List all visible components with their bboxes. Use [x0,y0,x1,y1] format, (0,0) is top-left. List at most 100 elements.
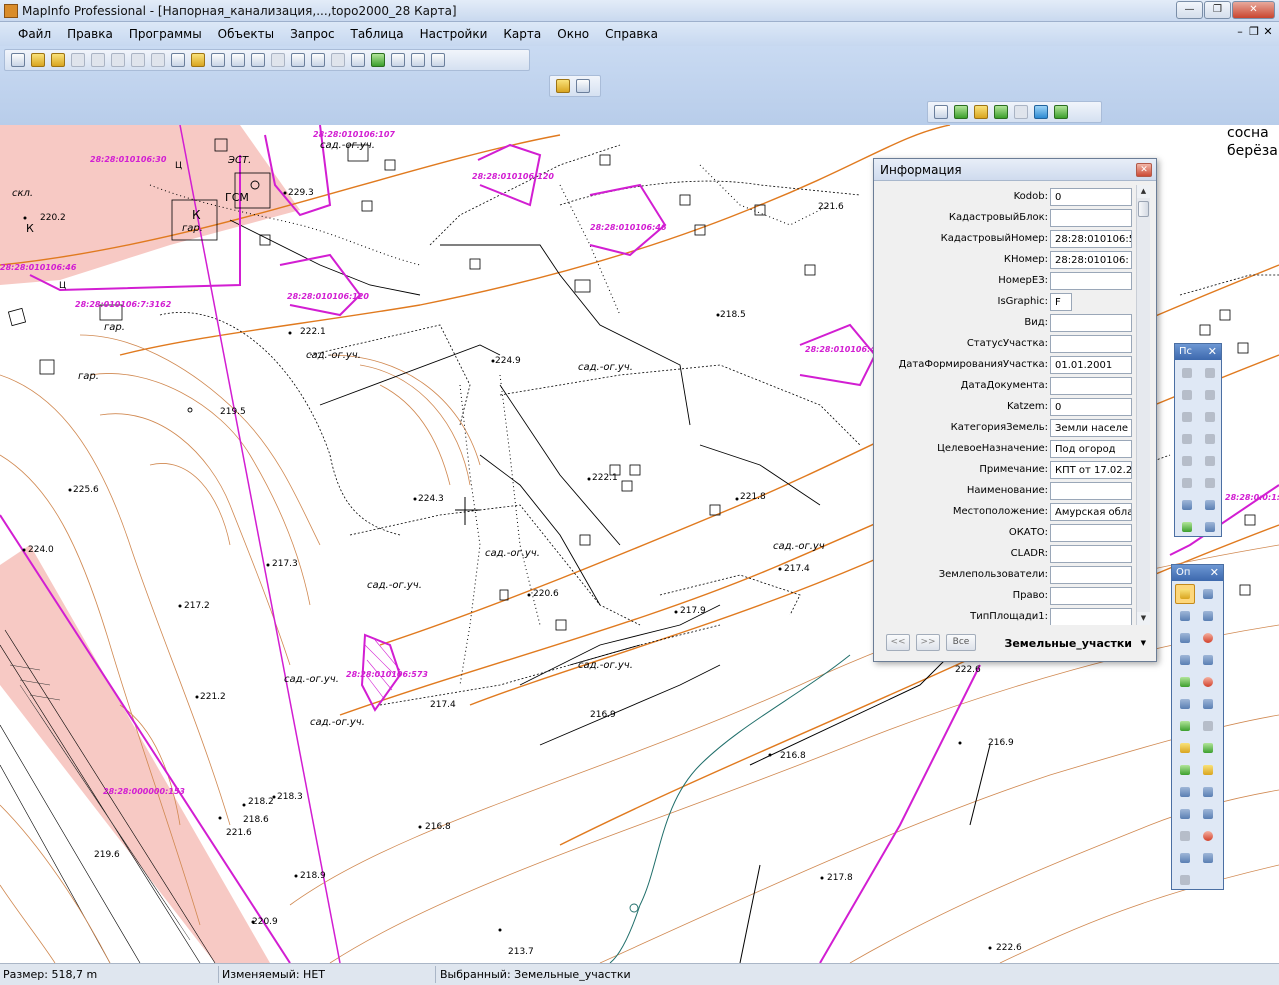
menu-objects[interactable]: Объекты [210,22,282,46]
menu-file[interactable]: Файл [10,22,59,46]
info-table-name[interactable]: Земельные_участки [1005,637,1132,650]
status-size[interactable]: Размер: 518,7 m [3,968,97,981]
drag-map-icon[interactable] [1198,738,1218,758]
text-tool-icon[interactable] [1177,451,1197,471]
clip-region-icon[interactable] [1175,804,1195,824]
save-workspace-icon[interactable] [171,53,185,67]
scale-bar-icon[interactable] [1175,826,1195,846]
line-style-icon[interactable] [1200,495,1220,515]
rounded-rectangle-tool-icon[interactable] [1200,429,1220,449]
cartographic-legend-icon[interactable] [1175,848,1195,868]
tool-icon[interactable] [131,53,145,67]
mdi-restore-button[interactable]: ❐ [1247,25,1261,38]
menu-programs[interactable]: Программы [121,22,210,46]
frame-tool-icon[interactable] [1200,451,1220,471]
radius-select-icon[interactable] [1175,606,1195,626]
field-value[interactable] [1050,272,1132,290]
menu-window[interactable]: Окно [549,22,597,46]
scroll-thumb[interactable] [1138,201,1149,217]
polyline-tool-icon[interactable] [1177,385,1197,405]
browser-icon[interactable] [1198,848,1218,868]
statistics-icon[interactable] [1198,782,1218,802]
new-table-icon[interactable] [11,53,25,67]
field-value[interactable]: Под огород [1050,440,1132,458]
polygon-tool-icon[interactable] [1177,407,1197,427]
select-arrow-icon[interactable] [1175,584,1195,604]
field-value[interactable]: Земли населе [1050,419,1132,437]
field-value[interactable]: КПТ от 17.02.2 [1050,461,1132,479]
field-value[interactable] [1050,377,1132,395]
open-wms-icon[interactable] [974,105,988,119]
open-dbms-icon[interactable] [934,105,948,119]
field-value[interactable] [1050,566,1132,584]
geocode-icon[interactable] [994,105,1008,119]
globe-download-icon[interactable] [1034,105,1048,119]
table-dropdown-icon[interactable]: ▼ [1141,639,1146,647]
field-value[interactable]: 01.01.2001 [1050,356,1132,374]
ruler-icon[interactable] [1198,760,1218,780]
paste-icon[interactable] [311,53,325,67]
layer-control-icon[interactable] [1175,760,1195,780]
marquee-select-icon[interactable] [1198,584,1218,604]
zoom-in-icon[interactable] [1175,672,1195,692]
main-palette[interactable]: Оп ✕ [1171,564,1224,890]
legend-icon[interactable] [1175,782,1195,802]
scroll-up-icon[interactable]: ▲ [1137,185,1150,198]
line-tool-icon[interactable] [1200,363,1220,383]
status-selected[interactable]: Выбранный: Земельные_участки [440,968,631,981]
invert-selection-icon[interactable] [1175,650,1195,670]
mdi-close-button[interactable]: ✕ [1261,25,1275,38]
undo-icon[interactable] [331,53,345,67]
world-icon[interactable] [954,105,968,119]
text-style-icon[interactable] [1200,517,1220,537]
previous-record-button[interactable]: << [886,634,910,651]
routing-icon[interactable] [1014,105,1028,119]
field-value[interactable]: 28:28:010106:5 [1050,230,1132,248]
hotlink-icon[interactable] [1198,716,1218,736]
ellipse-tool-icon[interactable] [1200,407,1220,427]
menu-options[interactable]: Настройки [412,22,496,46]
field-value[interactable] [1050,314,1132,332]
menu-help[interactable]: Справка [597,22,666,46]
region-style-icon[interactable] [1177,517,1197,537]
info-window-header[interactable]: Информация ✕ [874,159,1156,181]
menu-query[interactable]: Запрос [282,22,342,46]
menu-edit[interactable]: Правка [59,22,121,46]
drawing-palette-header[interactable]: Пс ✕ [1175,344,1221,360]
info-tool-window[interactable]: Информация ✕ Kodob: 0 КадастровыйБлок: Ка… [873,158,1157,662]
symbol-tool-icon[interactable] [1177,363,1197,383]
boundary-select-icon[interactable] [1175,628,1195,648]
field-value[interactable] [1050,335,1132,353]
new-redistrict-icon[interactable] [431,53,445,67]
copy-icon[interactable] [291,53,305,67]
mdi-minimize-button[interactable]: – [1233,25,1247,38]
arc-tool-icon[interactable] [1200,385,1220,405]
new-layout-icon[interactable] [411,53,425,67]
open-folder-icon[interactable] [191,53,205,67]
new-browser-icon[interactable] [351,53,365,67]
run-program-icon[interactable] [576,79,590,93]
open-workspace-icon[interactable] [51,53,65,67]
help-message-icon[interactable] [1054,105,1068,119]
reshape-tool-icon[interactable] [1177,473,1197,493]
tool-manager-icon[interactable] [556,79,570,93]
save-table-icon[interactable] [91,53,105,67]
drawing-palette-close-icon[interactable]: ✕ [1208,344,1217,360]
field-value[interactable] [1050,545,1132,563]
drawing-palette[interactable]: Пс ✕ [1174,343,1222,537]
show-all-button[interactable]: Все [946,634,976,651]
minimize-button[interactable]: — [1176,1,1203,19]
info-close-button[interactable]: ✕ [1136,163,1152,177]
polygon-select-icon[interactable] [1198,606,1218,626]
grabber-hand-icon[interactable] [1198,694,1218,714]
field-value[interactable] [1050,587,1132,605]
cut-icon[interactable] [271,53,285,67]
scroll-down-icon[interactable]: ▼ [1137,612,1150,625]
save-icon[interactable] [151,53,165,67]
field-value[interactable]: Амурская обла [1050,503,1132,521]
zoom-out-icon[interactable] [1198,672,1218,692]
label-tool-icon[interactable] [1175,738,1195,758]
print-preview-icon[interactable] [211,53,225,67]
export-icon[interactable] [251,53,265,67]
menu-table[interactable]: Таблица [343,22,412,46]
